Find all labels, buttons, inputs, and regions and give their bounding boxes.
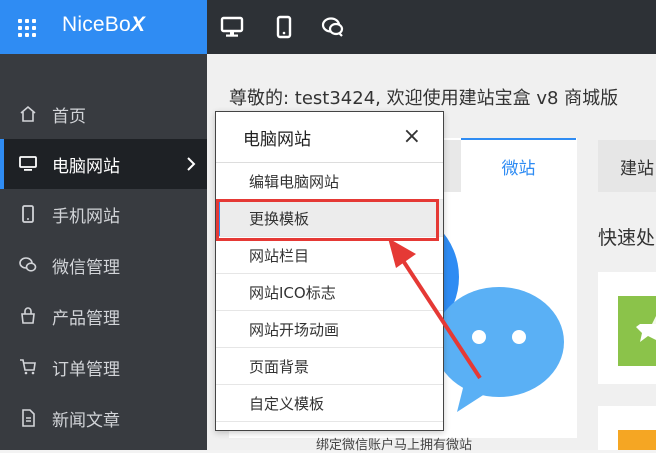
sidebar-item-wechat[interactable]: 微信管理: [0, 240, 207, 290]
bind-wechat-caption: 绑定微信账户马上拥有微站: [316, 438, 473, 453]
brand-block: NiceBoX: [0, 0, 207, 54]
sidebar-item-home[interactable]: 首页: [0, 89, 207, 139]
quick-actions-title: 快速处: [598, 227, 656, 249]
submenu-header: 电脑网站 ×: [216, 112, 443, 163]
cart-icon: [16, 357, 40, 377]
welcome-message: 尊敬的: test3424, 欢迎使用建站宝盒 v8 商城版: [229, 88, 619, 109]
mobile-icon: [16, 204, 40, 224]
apps-grid-icon[interactable]: [18, 19, 36, 37]
bag-icon: [16, 306, 40, 326]
top-bar: NiceBoX: [0, 0, 656, 54]
sidebar-item-mobile-site[interactable]: 手机网站: [0, 189, 207, 239]
submenu-item-edit-pc-site[interactable]: 编辑电脑网站: [216, 163, 443, 200]
mobile-icon[interactable]: [272, 15, 296, 39]
logo[interactable]: NiceBoX: [62, 13, 145, 37]
close-icon[interactable]: ×: [403, 124, 421, 149]
star-icon: [618, 296, 656, 366]
sidebar-item-label: 新闻文章: [52, 410, 120, 431]
tab-build-site[interactable]: 建站: [598, 140, 656, 192]
submenu-title: 电脑网站: [243, 129, 311, 150]
sidebar-item-label: 产品管理: [52, 308, 120, 329]
annotation-highlight-box: [216, 199, 439, 241]
submenu-item-custom-template[interactable]: 自定义模板: [216, 385, 443, 422]
chat-icon[interactable]: [321, 15, 345, 39]
sidebar-item-label: 微信管理: [52, 257, 120, 278]
home-icon: [16, 104, 40, 124]
sidebar-item-articles[interactable]: 新闻文章: [0, 393, 207, 443]
sidebar-item-orders[interactable]: 订单管理: [0, 342, 207, 392]
wechat-icon: [16, 255, 40, 275]
sidebar-item-label: 订单管理: [52, 359, 120, 380]
chevron-right-icon: [187, 157, 196, 171]
article-icon: [16, 408, 40, 428]
quick-card-icon: [618, 430, 656, 450]
tab-wechat-site[interactable]: 微站: [461, 138, 576, 192]
sidebar-item-label: 电脑网站: [52, 156, 120, 177]
sidebar-item-label: 首页: [52, 106, 86, 127]
sidebar-item-products[interactable]: 产品管理: [0, 291, 207, 341]
sidebar-item-label: 手机网站: [52, 206, 120, 227]
sidebar: 首页 电脑网站 手机网站 微信管理 产品管理 订单管理 新闻文章: [0, 54, 207, 450]
sidebar-item-pc-site[interactable]: 电脑网站: [0, 139, 207, 189]
annotation-arrow-icon: [388, 238, 482, 380]
desktop-icon[interactable]: [220, 15, 244, 39]
desktop-icon: [16, 154, 40, 174]
